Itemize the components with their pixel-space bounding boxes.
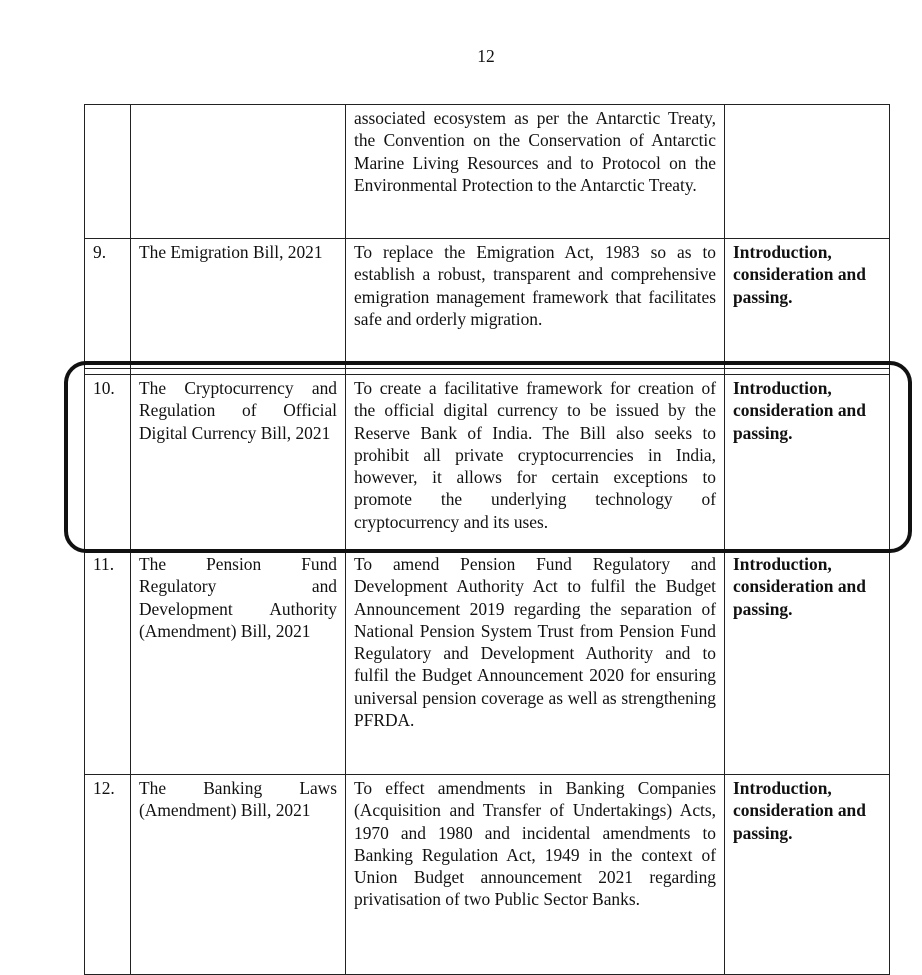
bill-action [724, 104, 890, 239]
bill-name: The Emigration Bill, 2021 [130, 238, 346, 369]
row-number: 10. [84, 374, 131, 551]
bill-purpose: To amend Pension Fund Regulatory and Dev… [345, 550, 725, 775]
row-number: 11. [84, 550, 131, 775]
bill-name: The Pension Fund Regulatory and Developm… [130, 550, 346, 775]
row-number [84, 104, 131, 239]
bill-action: Introduction, consideration and passing. [724, 374, 890, 551]
bill-name: The Cryptocurrency and Regulation of Off… [130, 374, 346, 551]
bill-action: Introduction, consideration and passing. [724, 238, 890, 369]
table-row: 12. The Banking Laws (Amendment) Bill, 2… [84, 774, 890, 975]
table-row: associated ecosystem as per the Antarcti… [84, 104, 890, 239]
page-number: 12 [477, 46, 495, 66]
bill-name [130, 104, 346, 239]
bill-purpose: To replace the Emigration Act, 1983 so a… [345, 238, 725, 369]
bill-action: Introduction, consideration and passing. [724, 550, 890, 775]
bill-purpose: To create a facilitative framework for c… [345, 374, 725, 551]
row-number: 9. [84, 238, 131, 369]
bill-action: Introduction, consideration and passing. [724, 774, 890, 975]
bill-name: The Banking Laws (Amendment) Bill, 2021 [130, 774, 346, 975]
bills-table: associated ecosystem as per the Antarcti… [84, 104, 890, 975]
row-number: 12. [84, 774, 131, 975]
bill-purpose: associated ecosystem as per the Antarcti… [345, 104, 725, 239]
bill-purpose: To effect amendments in Banking Companie… [345, 774, 725, 975]
table-row-highlighted: 10. The Cryptocurrency and Regulation of… [84, 374, 890, 551]
table-row: 9. The Emigration Bill, 2021 To replace … [84, 238, 890, 369]
table-row: 11. The Pension Fund Regulatory and Deve… [84, 550, 890, 775]
